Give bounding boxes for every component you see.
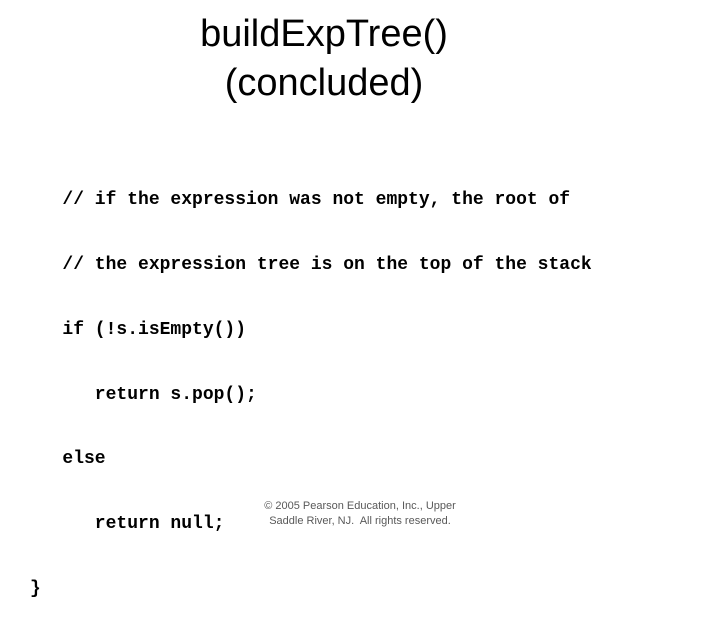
copyright-line-2: Saddle River, NJ. All rights reserved.	[269, 515, 451, 527]
code-line-closing-brace: }	[30, 578, 41, 599]
code-line-comment-1: // if the expression was not empty, the …	[30, 190, 571, 211]
code-block: // if the expression was not empty, the …	[30, 147, 592, 622]
code-line-if: if (!s.isEmpty())	[30, 319, 247, 340]
code-line-return-pop: return s.pop();	[30, 384, 257, 405]
copyright-footer: © 2005 Pearson Education, Inc., Upper Sa…	[240, 499, 480, 529]
slide-title: buildExpTree() (concluded)	[0, 10, 648, 108]
code-line-comment-2: // the expression tree is on the top of …	[30, 254, 592, 275]
slide-title-line-2: (concluded)	[224, 62, 424, 104]
slide-title-line-1: buildExpTree()	[200, 13, 448, 55]
copyright-line-1: © 2005 Pearson Education, Inc., Upper	[264, 500, 456, 512]
code-line-else: else	[30, 449, 106, 470]
